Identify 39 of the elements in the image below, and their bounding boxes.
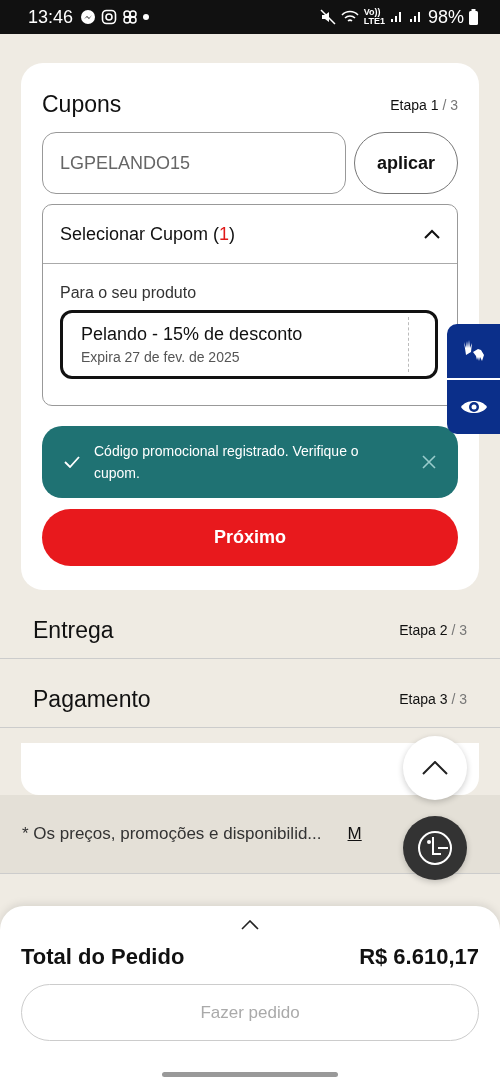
step-indicator: Etapa 3 / 3 [399,691,467,707]
wifi-icon [340,9,359,25]
group-label: Para o seu produto [60,284,198,302]
signal-icon [389,10,404,24]
messenger-icon [80,9,97,25]
coupon-ticket[interactable]: Pelando - 15% de desconto Expira 27 de fev. de 2025 [60,310,438,379]
step-indicator: Etapa 2 / 3 [399,622,467,638]
battery-icon [469,9,478,25]
total-value: R$ 6.610,17 [359,944,479,970]
next-button[interactable]: Próximo [42,509,458,566]
chevron-icon [424,229,440,239]
logo [416,829,454,867]
chevron-up-icon [422,761,448,775]
more-link[interactable]: M [347,824,362,844]
apply-button[interactable]: aplicar [354,132,458,194]
dot-icon [143,14,150,20]
battery-level: 98% [427,6,464,28]
section-title: Entrega [33,616,114,644]
eye-icon [459,398,488,416]
instagram-icon [101,9,118,25]
signal-icon [408,10,423,24]
expand-icon[interactable] [241,920,259,930]
step-indicator: Etapa 1 / 3 [390,96,458,113]
clock: 13:46 [28,6,74,28]
selector-label: Selecionar Cupom (1) [60,223,236,245]
pinwheel-icon [122,9,139,25]
section-title: Pagamento [33,685,151,713]
disclaimer-text: * Os preços, promoções e disponibilid... [22,824,322,844]
coupon-title: Pelando - 15% de desconto [81,324,304,345]
check-icon [64,456,80,468]
network-label: Vo)) LTE1 [363,8,385,26]
total-label: Total do Pedido [21,944,185,970]
coupon-expiry: Expira 27 de fev. de 2025 [81,349,241,365]
mute-icon [319,9,336,25]
coupon-code-field[interactable]: LGPELANDO15 [42,132,346,194]
close-icon[interactable] [422,455,436,469]
section-title: Cupons [42,91,122,118]
selector-header[interactable]: Selecionar Cupom (1) [43,205,457,264]
toast-message: Código promocional registrado. Verifique o cupom. [94,442,360,483]
